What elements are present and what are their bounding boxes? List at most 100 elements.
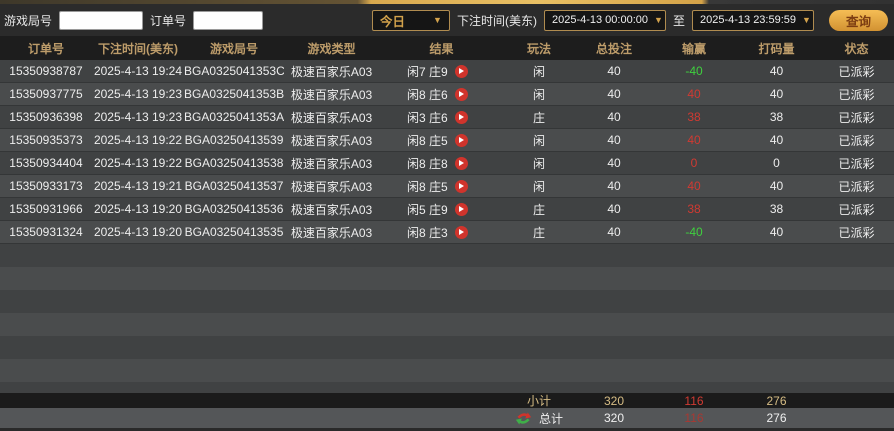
game-type-cell: 极速百家乐A03 bbox=[284, 132, 379, 149]
status-cell: 已派彩 bbox=[819, 201, 894, 218]
result-cell: 闲8 庄8 bbox=[379, 155, 504, 172]
result-cell: 闲7 庄9 bbox=[379, 63, 504, 80]
game-type-cell: 极速百家乐A03 bbox=[284, 155, 379, 172]
end-time-select[interactable]: 2025-4-13 23:59:59 ▼ bbox=[692, 10, 814, 31]
date-range-value: 今日 bbox=[380, 11, 405, 30]
to-label: 至 bbox=[673, 12, 685, 29]
table-body: 153509387872025-4-13 19:24BGA0325041353C… bbox=[0, 60, 894, 244]
replay-play-icon[interactable] bbox=[455, 203, 468, 216]
result-cell: 闲8 庄6 bbox=[379, 86, 504, 103]
turnover-cell: 0 bbox=[734, 156, 819, 170]
total-total-bet: 320 bbox=[574, 411, 654, 425]
result-text: 闲3 庄6 bbox=[407, 109, 448, 126]
bet-time-cell: 2025-4-13 19:24 bbox=[92, 64, 184, 78]
query-button[interactable]: 查询 bbox=[829, 10, 888, 31]
subtotal-total-bet: 320 bbox=[574, 394, 654, 408]
order-number-cell: 15350936398 bbox=[0, 110, 92, 124]
replay-play-icon[interactable] bbox=[455, 157, 468, 170]
subtotal-win-loss: 116 bbox=[654, 394, 734, 408]
start-time-select[interactable]: 2025-4-13 00:00:00 ▼ bbox=[544, 10, 666, 31]
turnover-cell: 38 bbox=[734, 202, 819, 216]
total-bet-cell: 40 bbox=[574, 179, 654, 193]
table-row: 153509387872025-4-13 19:24BGA0325041353C… bbox=[0, 60, 894, 83]
result-text: 闲8 庄6 bbox=[407, 86, 448, 103]
turnover-cell: 40 bbox=[734, 179, 819, 193]
column-header-total-bet: 总投注 bbox=[574, 40, 654, 57]
win-loss-cell: -40 bbox=[654, 64, 734, 78]
status-cell: 已派彩 bbox=[819, 178, 894, 195]
bet-time-cell: 2025-4-13 19:22 bbox=[92, 156, 184, 170]
date-range-select[interactable]: 今日 ▼ bbox=[372, 10, 450, 31]
bet-time-cell: 2025-4-13 19:20 bbox=[92, 225, 184, 239]
game-type-cell: 极速百家乐A03 bbox=[284, 224, 379, 241]
order-number-input[interactable] bbox=[193, 11, 263, 30]
play-type-cell: 闲 bbox=[504, 63, 574, 80]
order-number-cell: 15350935373 bbox=[0, 133, 92, 147]
end-time-value: 2025-4-13 23:59:59 bbox=[700, 14, 796, 26]
start-time-value: 2025-4-13 00:00:00 bbox=[552, 14, 648, 26]
win-loss-cell: -40 bbox=[654, 225, 734, 239]
result-text: 闲8 庄8 bbox=[407, 155, 448, 172]
replay-play-icon[interactable] bbox=[455, 88, 468, 101]
play-type-cell: 庄 bbox=[504, 201, 574, 218]
column-header-bet-time: 下注时间(美东) bbox=[92, 40, 184, 57]
status-cell: 已派彩 bbox=[819, 63, 894, 80]
refresh-icon[interactable] bbox=[515, 411, 532, 426]
filter-bar: 游戏局号 订单号 今日 ▼ 下注时间(美东) 2025-4-13 00:00:0… bbox=[0, 4, 894, 36]
turnover-cell: 40 bbox=[734, 64, 819, 78]
game-round-input[interactable] bbox=[59, 11, 143, 30]
replay-play-icon[interactable] bbox=[455, 65, 468, 78]
column-header-status: 状态 bbox=[819, 40, 894, 57]
game-type-cell: 极速百家乐A03 bbox=[284, 109, 379, 126]
subtotal-label: 小计 bbox=[504, 392, 574, 409]
result-cell: 闲8 庄5 bbox=[379, 132, 504, 149]
total-bet-cell: 40 bbox=[574, 87, 654, 101]
empty-rows-area bbox=[0, 244, 894, 393]
game-type-cell: 极速百家乐A03 bbox=[284, 178, 379, 195]
bet-time-cell: 2025-4-13 19:21 bbox=[92, 179, 184, 193]
status-cell: 已派彩 bbox=[819, 86, 894, 103]
column-header-game-round: 游戏局号 bbox=[184, 40, 284, 57]
order-number-cell: 15350938787 bbox=[0, 64, 92, 78]
table-row: 153509363982025-4-13 19:23BGA0325041353A… bbox=[0, 106, 894, 129]
replay-play-icon[interactable] bbox=[455, 134, 468, 147]
replay-play-icon[interactable] bbox=[455, 226, 468, 239]
game-round-cell: BGA0325041353A bbox=[184, 110, 284, 124]
win-loss-cell: 38 bbox=[654, 110, 734, 124]
result-cell: 闲8 庄3 bbox=[379, 224, 504, 241]
status-cell: 已派彩 bbox=[819, 109, 894, 126]
total-row: 总计 320 116 276 bbox=[0, 408, 894, 428]
table-row: 153509353732025-4-13 19:22BGA03250413539… bbox=[0, 129, 894, 152]
result-cell: 闲5 庄9 bbox=[379, 201, 504, 218]
status-cell: 已派彩 bbox=[819, 224, 894, 241]
replay-play-icon[interactable] bbox=[455, 180, 468, 193]
win-loss-cell: 40 bbox=[654, 133, 734, 147]
order-number-cell: 15350933173 bbox=[0, 179, 92, 193]
total-bet-cell: 40 bbox=[574, 110, 654, 124]
play-type-cell: 闲 bbox=[504, 155, 574, 172]
column-header-order-no: 订单号 bbox=[0, 40, 92, 57]
result-text: 闲8 庄5 bbox=[407, 178, 448, 195]
order-number-cell: 15350931324 bbox=[0, 225, 92, 239]
turnover-cell: 40 bbox=[734, 87, 819, 101]
result-text: 闲8 庄5 bbox=[407, 132, 448, 149]
total-bet-cell: 40 bbox=[574, 133, 654, 147]
game-round-cell: BGA03250413539 bbox=[184, 133, 284, 147]
play-type-cell: 庄 bbox=[504, 109, 574, 126]
game-round-cell: BGA0325041353B bbox=[184, 87, 284, 101]
total-bet-cell: 40 bbox=[574, 156, 654, 170]
result-text: 闲8 庄3 bbox=[407, 224, 448, 241]
bet-records-screen: 游戏局号 订单号 今日 ▼ 下注时间(美东) 2025-4-13 00:00:0… bbox=[0, 0, 894, 431]
turnover-cell: 38 bbox=[734, 110, 819, 124]
win-loss-cell: 0 bbox=[654, 156, 734, 170]
win-loss-cell: 40 bbox=[654, 87, 734, 101]
win-loss-cell: 38 bbox=[654, 202, 734, 216]
total-bet-cell: 40 bbox=[574, 64, 654, 78]
chevron-down-icon: ▼ bbox=[654, 15, 663, 25]
game-type-cell: 极速百家乐A03 bbox=[284, 201, 379, 218]
chevron-down-icon: ▼ bbox=[433, 15, 442, 25]
replay-play-icon[interactable] bbox=[455, 111, 468, 124]
result-text: 闲5 庄9 bbox=[407, 201, 448, 218]
table-row: 153509344042025-4-13 19:22BGA03250413538… bbox=[0, 152, 894, 175]
column-header-result: 结果 bbox=[379, 40, 504, 57]
